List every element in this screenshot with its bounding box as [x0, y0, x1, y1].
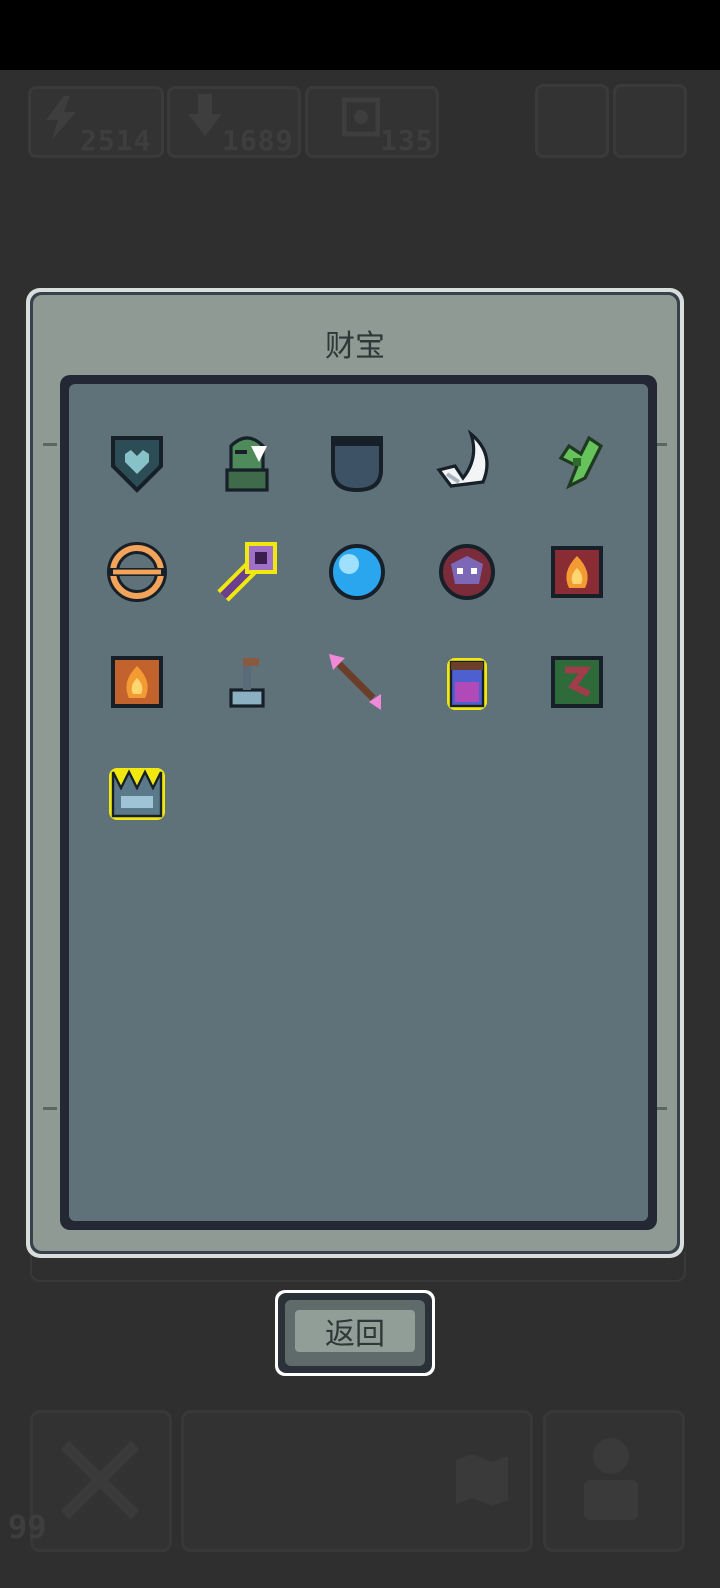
weapon-count: 99: [8, 1508, 47, 1546]
treasure-item[interactable]: [539, 424, 615, 500]
heart-shield-icon: [111, 436, 163, 493]
treasure-modal: 财宝: [26, 288, 684, 1258]
fire-book-orange-icon: [111, 656, 163, 708]
crossed-swords-icon: [60, 1440, 140, 1520]
treasure-item[interactable]: [99, 644, 175, 720]
purple-key-icon: [217, 542, 277, 602]
treasure-item[interactable]: [319, 534, 395, 610]
treasure-grid: [69, 384, 648, 1221]
purple-potion-jar-icon: [447, 658, 487, 710]
pipe-lever-icon: [229, 658, 265, 708]
fire-book-red-icon: [551, 546, 603, 598]
treasure-item[interactable]: [429, 534, 505, 610]
download-value: 1689: [222, 124, 294, 157]
map-icon: [456, 1454, 508, 1506]
treasure-item[interactable]: [319, 644, 395, 720]
treasure-item[interactable]: [539, 644, 615, 720]
treasure-item[interactable]: [209, 424, 285, 500]
gear-value: 135: [380, 124, 434, 157]
treasure-item[interactable]: [209, 534, 285, 610]
treasure-item[interactable]: [99, 754, 175, 830]
pink-arrow-icon: [329, 654, 381, 710]
treasure-item[interactable]: [209, 644, 285, 720]
energy-value: 2514: [80, 124, 152, 157]
back-button-label: 返回: [295, 1310, 415, 1352]
hud-button-2[interactable]: [613, 84, 687, 158]
white-wing-icon: [436, 430, 489, 488]
treasure-item[interactable]: [429, 644, 505, 720]
treasure-item[interactable]: [319, 424, 395, 500]
treasure-grid-panel: [60, 375, 657, 1230]
pocket-shield-icon: [331, 436, 383, 493]
treasure-item[interactable]: [539, 534, 615, 610]
player-icon: [584, 1438, 638, 1520]
rivet: [43, 443, 57, 446]
back-button[interactable]: 返回: [275, 1290, 435, 1376]
rivet: [43, 1107, 57, 1110]
lightning-icon: [46, 96, 76, 140]
green-knight-icon: [225, 436, 269, 492]
status-bar: [0, 0, 720, 70]
purple-demon-icon: [439, 544, 495, 600]
treasure-item[interactable]: [99, 534, 175, 610]
download-arrow-icon: [188, 94, 222, 136]
hud-button-1[interactable]: [535, 84, 609, 158]
treasure-item[interactable]: [99, 424, 175, 500]
green-sprout-icon: [558, 435, 604, 490]
treasure-item[interactable]: [429, 424, 505, 500]
blue-orb-icon: [329, 544, 385, 600]
orange-ring-icon: [107, 542, 167, 602]
blue-crown-icon: [109, 768, 165, 820]
modal-title: 财宝: [325, 329, 385, 364]
gear-icon: [342, 97, 380, 137]
green-rune-tile-icon: [551, 656, 603, 708]
